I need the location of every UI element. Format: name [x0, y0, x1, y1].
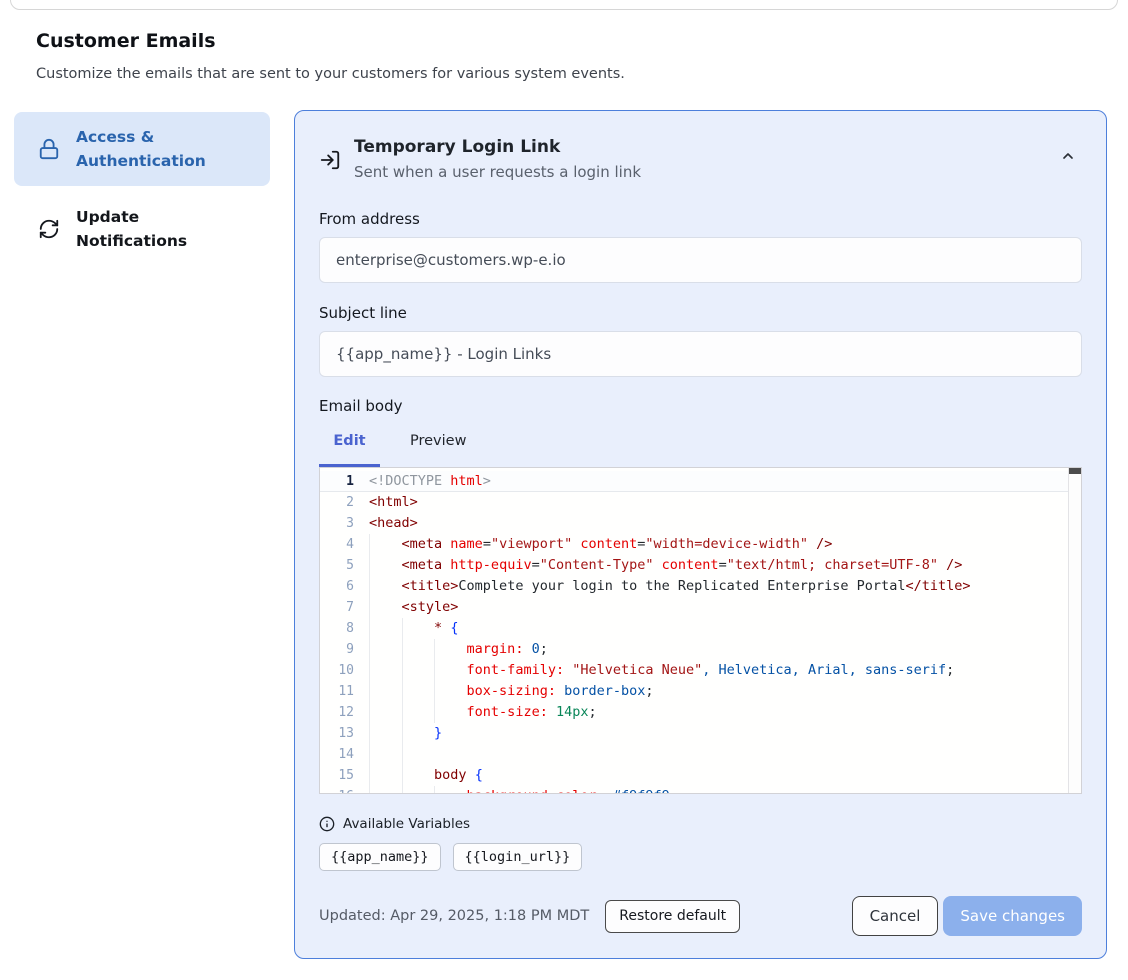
indent-guide [402, 618, 403, 639]
line-number: 13 [320, 723, 354, 744]
indent-guide [369, 618, 370, 639]
indent-guide [402, 702, 403, 723]
temporary-login-link-card: Temporary Login Link Sent when a user re… [294, 110, 1107, 959]
lock-icon [38, 138, 60, 160]
code-line[interactable]: 3<head> [320, 513, 1081, 534]
code-line[interactable]: 8 * { [320, 618, 1081, 639]
sidebar-item-label: Update Notifications [76, 205, 241, 253]
line-number: 2 [320, 492, 354, 513]
line-number: 10 [320, 660, 354, 681]
info-icon [319, 816, 335, 832]
indent-guide [402, 765, 403, 786]
code-line[interactable]: 11 box-sizing: border-box; [320, 681, 1081, 702]
line-number: 8 [320, 618, 354, 639]
code-line[interactable]: 10 font-family: "Helvetica Neue", Helvet… [320, 660, 1081, 681]
sidebar-item-access-authentication[interactable]: Access & Authentication [14, 112, 270, 186]
scrollbar-thumb[interactable] [1069, 468, 1081, 474]
code-line[interactable]: 2<html> [320, 492, 1081, 513]
code-editor[interactable]: 1<!DOCTYPE html>2<html>3<head>4 <meta na… [319, 467, 1082, 794]
indent-guide [369, 597, 370, 618]
indent-guide [434, 681, 435, 702]
available-variables-label: Available Variables [343, 816, 470, 832]
card-footer: Updated: Apr 29, 2025, 1:18 PM MDT Resto… [319, 896, 1082, 936]
card-header: Temporary Login Link Sent when a user re… [319, 135, 1082, 185]
code-line[interactable]: 7 <style> [320, 597, 1081, 618]
line-number: 15 [320, 765, 354, 786]
code-line[interactable]: 15 body { [320, 765, 1081, 786]
card-title: Temporary Login Link [354, 135, 1054, 160]
email-body-label: Email body [319, 397, 1082, 415]
line-number: 12 [320, 702, 354, 723]
code-editor-lines: 1<!DOCTYPE html>2<html>3<head>4 <meta na… [320, 468, 1081, 794]
code-line[interactable]: 4 <meta name="viewport" content="width=d… [320, 534, 1081, 555]
indent-guide [369, 660, 370, 681]
tab-preview[interactable]: Preview [396, 427, 480, 467]
line-number: 3 [320, 513, 354, 534]
indent-guide [434, 660, 435, 681]
available-variables-row: Available Variables [319, 816, 1082, 832]
from-address-label: From address [319, 210, 1082, 228]
indent-guide [434, 639, 435, 660]
indent-guide [434, 786, 435, 794]
collapse-card-button[interactable] [1054, 142, 1082, 170]
indent-guide [369, 702, 370, 723]
sidebar-item-update-notifications[interactable]: Update Notifications [14, 205, 270, 253]
email-body-tabs: Edit Preview [319, 427, 1082, 467]
indent-guide [434, 702, 435, 723]
updated-timestamp: Updated: Apr 29, 2025, 1:18 PM MDT [319, 908, 589, 924]
variable-chip-app-name[interactable]: {{app_name}} [319, 843, 441, 871]
from-address-input[interactable] [319, 237, 1082, 283]
indent-guide [402, 723, 403, 744]
code-line[interactable]: 12 font-size: 14px; [320, 702, 1081, 723]
code-line[interactable]: 1<!DOCTYPE html> [320, 471, 1081, 492]
line-number: 1 [320, 471, 354, 492]
line-number: 9 [320, 639, 354, 660]
indent-guide [369, 576, 370, 597]
line-number: 5 [320, 555, 354, 576]
page-title: Customer Emails [36, 30, 216, 52]
line-number: 4 [320, 534, 354, 555]
line-number: 6 [320, 576, 354, 597]
page-subtitle: Customize the emails that are sent to yo… [36, 66, 625, 82]
indent-guide [402, 660, 403, 681]
line-number: 11 [320, 681, 354, 702]
code-line[interactable]: 16 background-color: #f9f9f9; [320, 786, 1081, 794]
indent-guide [402, 681, 403, 702]
line-number: 16 [320, 786, 354, 794]
code-line[interactable]: 13 } [320, 723, 1081, 744]
sidebar-item-label: Access & Authentication [76, 125, 241, 173]
indent-guide [369, 555, 370, 576]
line-number: 14 [320, 744, 354, 765]
indent-guide [369, 744, 370, 765]
line-number: 7 [320, 597, 354, 618]
code-line[interactable]: 6 <title>Complete your login to the Repl… [320, 576, 1081, 597]
indent-guide [369, 765, 370, 786]
indent-guide [402, 744, 403, 765]
indent-guide [369, 723, 370, 744]
code-line[interactable]: 5 <meta http-equiv="Content-Type" conten… [320, 555, 1081, 576]
indent-guide [369, 786, 370, 794]
card-subtitle: Sent when a user requests a login link [354, 160, 1054, 185]
tab-edit[interactable]: Edit [319, 427, 380, 467]
indent-guide [369, 639, 370, 660]
indent-guide [402, 639, 403, 660]
editor-scrollbar[interactable] [1068, 468, 1081, 793]
save-changes-button[interactable]: Save changes [943, 896, 1082, 936]
indent-guide [402, 786, 403, 794]
variable-chip-login-url[interactable]: {{login_url}} [453, 843, 583, 871]
subject-line-label: Subject line [319, 304, 1082, 322]
code-line[interactable]: 9 margin: 0; [320, 639, 1081, 660]
indent-guide [369, 681, 370, 702]
variable-chips: {{app_name}} {{login_url}} [319, 843, 1082, 871]
refresh-icon [38, 218, 60, 240]
indent-guide [369, 534, 370, 555]
login-icon [319, 149, 341, 171]
restore-default-button[interactable]: Restore default [605, 900, 740, 933]
code-line[interactable]: 14 [320, 744, 1081, 765]
email-types-sidebar: Access & Authentication Update Notificat… [14, 112, 270, 253]
cancel-button[interactable]: Cancel [852, 896, 939, 936]
chevron-up-icon [1060, 148, 1076, 164]
subject-line-input[interactable] [319, 331, 1082, 377]
previous-card-bottom-edge [10, 0, 1118, 10]
